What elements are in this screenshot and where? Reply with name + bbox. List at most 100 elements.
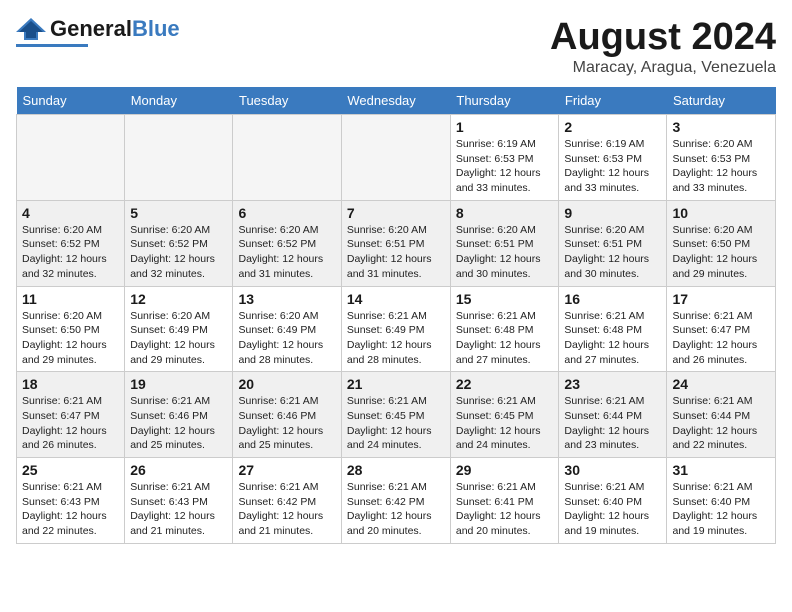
day-header-friday: Friday	[559, 87, 667, 115]
day-info: Sunrise: 6:20 AMSunset: 6:49 PMDaylight:…	[130, 309, 227, 368]
day-number: 2	[564, 119, 661, 135]
day-info: Sunrise: 6:21 AMSunset: 6:47 PMDaylight:…	[672, 309, 770, 368]
day-info: Sunrise: 6:21 AMSunset: 6:47 PMDaylight:…	[22, 394, 119, 453]
calendar-cell: 14 Sunrise: 6:21 AMSunset: 6:49 PMDayligh…	[341, 286, 450, 372]
day-number: 13	[238, 291, 335, 307]
day-header-thursday: Thursday	[450, 87, 559, 115]
day-number: 1	[456, 119, 554, 135]
day-info: Sunrise: 6:20 AMSunset: 6:50 PMDaylight:…	[22, 309, 119, 368]
calendar-table: SundayMondayTuesdayWednesdayThursdayFrid…	[16, 87, 776, 544]
day-info: Sunrise: 6:21 AMSunset: 6:44 PMDaylight:…	[564, 394, 661, 453]
calendar-cell: 24Sunrise: 6:21 AMSunset: 6:44 PMDayligh…	[667, 372, 776, 458]
day-info: Sunrise: 6:21 AMSunset: 6:44 PMDaylight:…	[672, 394, 770, 453]
calendar-cell: 7 Sunrise: 6:20 AMSunset: 6:51 PMDaylight…	[341, 200, 450, 286]
day-info: Sunrise: 6:21 AMSunset: 6:46 PMDaylight:…	[130, 394, 227, 453]
calendar-cell: 1 Sunrise: 6:19 AMSunset: 6:53 PMDaylight…	[450, 115, 559, 201]
calendar-cell	[233, 115, 341, 201]
logo-text: GeneralBlue	[50, 16, 180, 42]
day-number: 7	[347, 205, 445, 221]
day-number: 27	[238, 462, 335, 478]
day-info: Sunrise: 6:21 AMSunset: 6:46 PMDaylight:…	[238, 394, 335, 453]
calendar-cell: 5 Sunrise: 6:20 AMSunset: 6:52 PMDaylight…	[125, 200, 233, 286]
day-info: Sunrise: 6:21 AMSunset: 6:40 PMDaylight:…	[672, 480, 770, 539]
day-info: Sunrise: 6:21 AMSunset: 6:45 PMDaylight:…	[347, 394, 445, 453]
calendar-cell: 19Sunrise: 6:21 AMSunset: 6:46 PMDayligh…	[125, 372, 233, 458]
day-info: Sunrise: 6:21 AMSunset: 6:43 PMDaylight:…	[22, 480, 119, 539]
calendar-cell: 28 Sunrise: 6:21 AMSunset: 6:42 PMDayligh…	[341, 458, 450, 544]
title-area: August 2024 Maracay, Aragua, Venezuela	[550, 16, 776, 77]
day-number: 10	[672, 205, 770, 221]
calendar-cell: 30Sunrise: 6:21 AMSunset: 6:40 PMDayligh…	[559, 458, 667, 544]
day-number: 22	[456, 376, 554, 392]
calendar-cell: 21 Sunrise: 6:21 AMSunset: 6:45 PMDayligh…	[341, 372, 450, 458]
day-number: 12	[130, 291, 227, 307]
day-info: Sunrise: 6:19 AMSunset: 6:53 PMDaylight:…	[456, 137, 554, 196]
day-info: Sunrise: 6:21 AMSunset: 6:43 PMDaylight:…	[130, 480, 227, 539]
day-info: Sunrise: 6:21 AMSunset: 6:45 PMDaylight:…	[456, 394, 554, 453]
day-info: Sunrise: 6:20 AMSunset: 6:52 PMDaylight:…	[130, 223, 227, 282]
day-number: 21	[347, 376, 445, 392]
calendar-cell	[125, 115, 233, 201]
day-number: 6	[238, 205, 335, 221]
day-number: 8	[456, 205, 554, 221]
page-header: GeneralBlue August 2024 Maracay, Aragua,…	[16, 16, 776, 77]
day-header-monday: Monday	[125, 87, 233, 115]
days-header-row: SundayMondayTuesdayWednesdayThursdayFrid…	[17, 87, 776, 115]
day-info: Sunrise: 6:21 AMSunset: 6:41 PMDaylight:…	[456, 480, 554, 539]
day-number: 29	[456, 462, 554, 478]
calendar-cell: 20 Sunrise: 6:21 AMSunset: 6:46 PMDayligh…	[233, 372, 341, 458]
day-number: 30	[564, 462, 661, 478]
logo-icon	[16, 18, 46, 40]
day-info: Sunrise: 6:20 AMSunset: 6:52 PMDaylight:…	[238, 223, 335, 282]
day-number: 3	[672, 119, 770, 135]
calendar-cell: 9 Sunrise: 6:20 AMSunset: 6:51 PMDaylight…	[559, 200, 667, 286]
calendar-cell: 26 Sunrise: 6:21 AMSunset: 6:43 PMDayligh…	[125, 458, 233, 544]
day-info: Sunrise: 6:20 AMSunset: 6:51 PMDaylight:…	[347, 223, 445, 282]
day-number: 4	[22, 205, 119, 221]
calendar-cell: 18Sunrise: 6:21 AMSunset: 6:47 PMDayligh…	[17, 372, 125, 458]
calendar-cell: 15Sunrise: 6:21 AMSunset: 6:48 PMDayligh…	[450, 286, 559, 372]
calendar-cell: 31 Sunrise: 6:21 AMSunset: 6:40 PMDayligh…	[667, 458, 776, 544]
week-row-5: 25Sunrise: 6:21 AMSunset: 6:43 PMDayligh…	[17, 458, 776, 544]
day-number: 31	[672, 462, 770, 478]
day-header-saturday: Saturday	[667, 87, 776, 115]
calendar-cell: 16 Sunrise: 6:21 AMSunset: 6:48 PMDayligh…	[559, 286, 667, 372]
calendar-cell: 22 Sunrise: 6:21 AMSunset: 6:45 PMDayligh…	[450, 372, 559, 458]
day-info: Sunrise: 6:21 AMSunset: 6:48 PMDaylight:…	[564, 309, 661, 368]
calendar-cell	[341, 115, 450, 201]
day-number: 9	[564, 205, 661, 221]
day-number: 14	[347, 291, 445, 307]
day-number: 23	[564, 376, 661, 392]
day-info: Sunrise: 6:20 AMSunset: 6:53 PMDaylight:…	[672, 137, 770, 196]
day-number: 16	[564, 291, 661, 307]
calendar-cell: 10 Sunrise: 6:20 AMSunset: 6:50 PMDayligh…	[667, 200, 776, 286]
calendar-cell: 2 Sunrise: 6:19 AMSunset: 6:53 PMDaylight…	[559, 115, 667, 201]
day-header-sunday: Sunday	[17, 87, 125, 115]
day-info: Sunrise: 6:20 AMSunset: 6:50 PMDaylight:…	[672, 223, 770, 282]
calendar-cell: 27Sunrise: 6:21 AMSunset: 6:42 PMDayligh…	[233, 458, 341, 544]
day-info: Sunrise: 6:19 AMSunset: 6:53 PMDaylight:…	[564, 137, 661, 196]
week-row-4: 18Sunrise: 6:21 AMSunset: 6:47 PMDayligh…	[17, 372, 776, 458]
day-info: Sunrise: 6:21 AMSunset: 6:42 PMDaylight:…	[347, 480, 445, 539]
calendar-cell: 23 Sunrise: 6:21 AMSunset: 6:44 PMDayligh…	[559, 372, 667, 458]
month-year: August 2024	[550, 16, 776, 59]
day-number: 11	[22, 291, 119, 307]
calendar-cell: 8Sunrise: 6:20 AMSunset: 6:51 PMDaylight…	[450, 200, 559, 286]
day-number: 26	[130, 462, 227, 478]
day-info: Sunrise: 6:20 AMSunset: 6:52 PMDaylight:…	[22, 223, 119, 282]
day-info: Sunrise: 6:20 AMSunset: 6:49 PMDaylight:…	[238, 309, 335, 368]
week-row-3: 11 Sunrise: 6:20 AMSunset: 6:50 PMDayligh…	[17, 286, 776, 372]
day-number: 15	[456, 291, 554, 307]
day-info: Sunrise: 6:21 AMSunset: 6:49 PMDaylight:…	[347, 309, 445, 368]
day-number: 5	[130, 205, 227, 221]
day-info: Sunrise: 6:20 AMSunset: 6:51 PMDaylight:…	[564, 223, 661, 282]
week-row-2: 4 Sunrise: 6:20 AMSunset: 6:52 PMDaylight…	[17, 200, 776, 286]
day-number: 20	[238, 376, 335, 392]
calendar-cell: 25Sunrise: 6:21 AMSunset: 6:43 PMDayligh…	[17, 458, 125, 544]
day-header-tuesday: Tuesday	[233, 87, 341, 115]
day-number: 28	[347, 462, 445, 478]
calendar-cell: 4 Sunrise: 6:20 AMSunset: 6:52 PMDaylight…	[17, 200, 125, 286]
logo: GeneralBlue	[16, 16, 180, 47]
calendar-cell: 11 Sunrise: 6:20 AMSunset: 6:50 PMDayligh…	[17, 286, 125, 372]
week-row-1: 1 Sunrise: 6:19 AMSunset: 6:53 PMDaylight…	[17, 115, 776, 201]
